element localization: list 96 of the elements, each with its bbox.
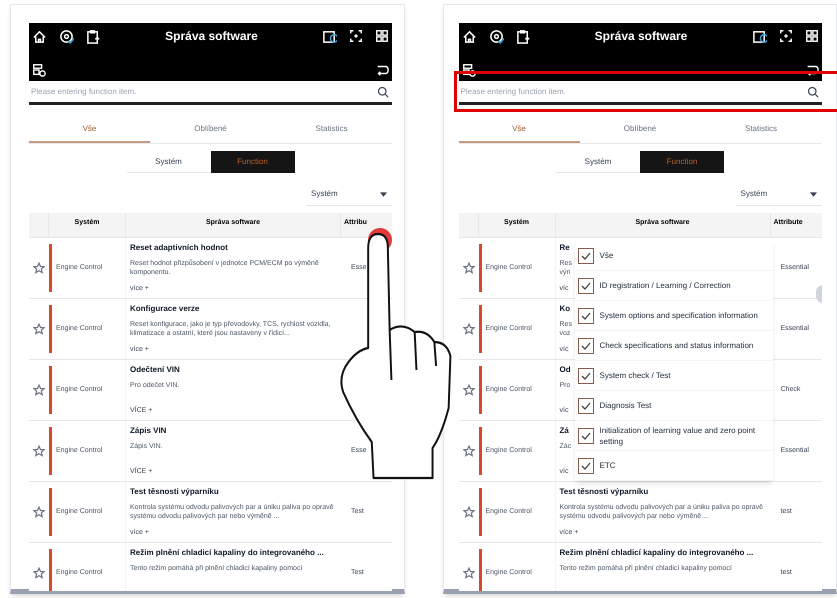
function-title: Režim plnění chladicí kapaliny do integrovaného ... xyxy=(130,547,324,559)
option-label[interactable]: Check specifications and status information xyxy=(600,340,754,351)
function-title: Test těsnosti výparníku xyxy=(560,486,648,498)
filter-value: Systém xyxy=(311,188,338,200)
category-stripe xyxy=(478,366,482,414)
gauge-icon[interactable] xyxy=(488,28,504,44)
star-icon[interactable] xyxy=(462,567,474,579)
category-stripe xyxy=(49,244,52,292)
checkbox[interactable] xyxy=(578,278,594,294)
category-stripe xyxy=(49,549,52,591)
grid-icon[interactable] xyxy=(375,29,389,43)
category-stripe xyxy=(49,427,52,475)
scan-icon[interactable] xyxy=(349,29,363,43)
star-icon[interactable] xyxy=(33,262,45,274)
category-stripe xyxy=(478,427,482,475)
category-stripe xyxy=(49,305,52,353)
option-label[interactable]: Diagnosis Test xyxy=(600,400,652,411)
device-status-icon[interactable] xyxy=(752,28,766,44)
check-icon xyxy=(580,342,590,350)
category-stripe xyxy=(478,244,482,292)
caret-icon xyxy=(810,192,816,196)
star-icon[interactable] xyxy=(33,506,45,518)
tab[interactable]: Oblíbené xyxy=(150,116,271,143)
segment-button[interactable]: Function xyxy=(640,151,724,173)
function-title: Zápis VIN xyxy=(130,425,166,437)
function-title: Re xyxy=(560,242,570,254)
gauge-icon[interactable] xyxy=(59,28,74,44)
star-icon[interactable] xyxy=(33,567,45,579)
option-label[interactable]: ID registration / Learning / Correction xyxy=(600,280,731,291)
checkbox[interactable] xyxy=(578,248,594,264)
tab[interactable]: Vše xyxy=(29,116,150,143)
function-title: Reset adaptivních hodnot xyxy=(130,242,228,254)
option-label[interactable]: Initialization of learning value and zero point setting xyxy=(600,424,770,446)
search-icon[interactable] xyxy=(806,86,818,98)
check-icon xyxy=(580,312,590,320)
tab[interactable]: Vše xyxy=(458,116,580,143)
vehicle-list-icon[interactable] xyxy=(462,63,476,77)
search-field[interactable]: Please entering function item. xyxy=(460,86,806,98)
checkbox[interactable] xyxy=(578,428,594,444)
home-icon[interactable] xyxy=(462,28,476,44)
checkbox[interactable] xyxy=(578,368,594,384)
check-icon xyxy=(580,402,590,410)
screen-title: Správa software xyxy=(594,28,688,45)
star-icon[interactable] xyxy=(462,262,474,274)
segment-button[interactable]: Function xyxy=(210,151,294,173)
category-stripe xyxy=(478,305,482,353)
option-label[interactable]: System options and specification information xyxy=(600,310,758,321)
device-status-icon[interactable] xyxy=(322,28,337,44)
function-title: Režim plnění chladicí kapaliny do integrovaného ... xyxy=(560,547,754,559)
home-icon[interactable] xyxy=(32,28,47,44)
search-field[interactable]: Please entering function item. xyxy=(31,86,377,98)
tab[interactable]: Statistics xyxy=(271,116,392,143)
category-stripe xyxy=(478,549,482,591)
star-icon[interactable] xyxy=(462,506,474,518)
function-title: Zá xyxy=(560,425,569,437)
category-stripe xyxy=(478,488,482,536)
filter-value: Systém xyxy=(740,188,768,200)
function-title: Od xyxy=(560,364,571,376)
category-stripe xyxy=(49,488,52,536)
star-icon[interactable] xyxy=(462,323,474,335)
tab[interactable]: Oblíbené xyxy=(580,116,700,143)
star-icon[interactable] xyxy=(33,384,45,396)
vehicle-list-icon[interactable] xyxy=(32,63,46,77)
option-label[interactable]: Vše xyxy=(600,250,614,261)
star-icon[interactable] xyxy=(462,445,474,457)
return-icon[interactable] xyxy=(375,63,389,77)
clipboard-upload-icon[interactable] xyxy=(516,28,530,44)
filter-dropdown[interactable]: Systém xyxy=(736,183,822,206)
scan-icon[interactable] xyxy=(778,29,792,43)
star-icon[interactable] xyxy=(33,323,45,335)
filter-dropdown[interactable]: Systém xyxy=(306,183,392,206)
check-icon xyxy=(580,372,590,380)
checkbox[interactable] xyxy=(578,338,594,354)
function-title: Odečtení VIN xyxy=(130,364,180,376)
tab[interactable]: Statistics xyxy=(700,116,822,143)
star-icon[interactable] xyxy=(33,445,45,457)
caret-icon xyxy=(380,192,387,196)
check-icon xyxy=(580,252,590,260)
checkbox[interactable] xyxy=(578,308,594,324)
function-title: Test těsnosti výparníku xyxy=(130,486,219,498)
return-icon[interactable] xyxy=(804,63,818,77)
category-stripe xyxy=(49,366,52,414)
clipboard-upload-icon[interactable] xyxy=(86,28,101,44)
function-title: Ko xyxy=(560,303,570,315)
check-icon xyxy=(580,432,590,440)
star-icon[interactable] xyxy=(462,384,474,396)
checkbox[interactable] xyxy=(578,458,594,474)
check-icon xyxy=(580,282,590,290)
check-icon xyxy=(580,462,590,470)
checkbox[interactable] xyxy=(578,398,594,414)
screen-title: Správa software xyxy=(164,28,259,45)
search-icon[interactable] xyxy=(377,86,389,98)
grid-icon[interactable] xyxy=(804,29,818,43)
option-label[interactable]: System check / Test xyxy=(600,370,670,381)
function-title: Konfigurace verze xyxy=(130,303,200,315)
option-label[interactable]: ETC xyxy=(600,460,616,471)
